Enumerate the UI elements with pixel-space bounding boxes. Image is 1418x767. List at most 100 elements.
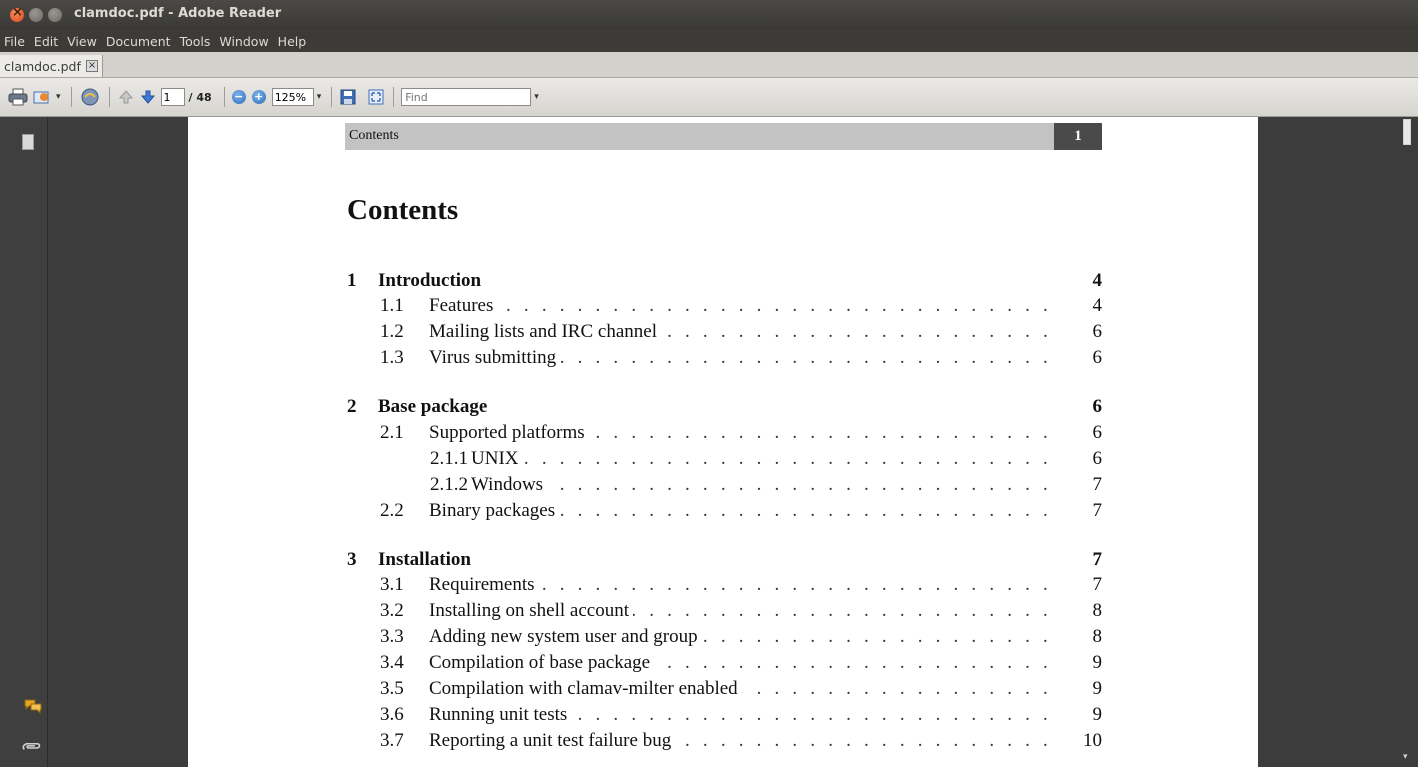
toc-section-row[interactable]: 3.6. . . . . . . . . . . . . . . . . . .… — [188, 704, 1108, 728]
vertical-scrollbar[interactable]: ▾ — [1395, 117, 1418, 767]
toolbar-divider — [393, 87, 395, 107]
next-page-icon[interactable] — [139, 86, 157, 108]
toc-section-row[interactable]: 3.3. . . . . . . . . . . . . . . . . . .… — [188, 626, 1108, 650]
toc-entry-page: 4 — [1092, 270, 1103, 291]
toc-entry-title: Installation — [378, 549, 475, 571]
toc-dot-leader: . . . . . . . . . . . . . . . . . . . . … — [429, 295, 1052, 316]
pages-icon[interactable] — [19, 131, 34, 150]
toc-entry-title: Compilation with clamav-milter enabled — [429, 678, 742, 700]
toc-entry-page: 9 — [1092, 704, 1103, 725]
scrollbar-thumb[interactable] — [1403, 119, 1411, 145]
toc-entry-page: 9 — [1092, 652, 1103, 673]
toc-entry-title: Base package — [378, 396, 492, 418]
toc-chapter-row[interactable]: 1 Introduction 4 — [188, 270, 1108, 294]
scroll-down-icon[interactable]: ▾ — [1403, 752, 1408, 762]
toc-section-row[interactable]: 3.5. . . . . . . . . . . . . . . . . . .… — [188, 678, 1108, 702]
toc-entry-title: Adding new system user and group — [429, 626, 702, 648]
toc-entry-title: Installing on shell account — [429, 600, 633, 622]
toc-section-row[interactable]: 2.1.1. . . . . . . . . . . . . . . . . .… — [188, 448, 1108, 472]
toc-entry-page: 7 — [1092, 574, 1103, 595]
toc-entry-title: Reporting a unit test failure bug — [429, 730, 676, 752]
toc-entry-page: 6 — [1092, 396, 1103, 417]
toc-chapter-row[interactable]: 2 Base package 6 — [188, 396, 1108, 420]
window-title: clamdoc.pdf - Adobe Reader — [74, 6, 282, 21]
toc-section-row[interactable]: 3.4. . . . . . . . . . . . . . . . . . .… — [188, 652, 1108, 676]
toolbar-divider — [108, 87, 110, 107]
find-input[interactable] — [401, 88, 532, 106]
toc-section-row[interactable]: 3.2. . . . . . . . . . . . . . . . . . .… — [188, 600, 1108, 624]
comments-icon[interactable] — [24, 698, 42, 718]
toc-entry-title: Running unit tests — [429, 704, 572, 726]
menu-document[interactable]: Document — [106, 34, 171, 49]
email-icon[interactable] — [32, 86, 52, 108]
fit-page-icon[interactable] — [367, 86, 385, 108]
running-header: Contents 1 — [345, 123, 1102, 150]
toolbar-divider — [223, 87, 225, 107]
toc-entry-page: 10 — [1083, 730, 1102, 751]
toc-entry-number: 2.1.1 — [430, 448, 468, 469]
toc-dot-leader: . . . . . . . . . . . . . . . . . . . . … — [471, 474, 1052, 495]
running-header-label: Contents — [349, 128, 399, 143]
window-minimize-button[interactable] — [29, 8, 43, 22]
toc-entry-title: Windows — [471, 474, 548, 496]
toc-entry-number: 3.2 — [380, 600, 404, 621]
window-close-button[interactable] — [10, 5, 24, 22]
document-viewport[interactable]: Contents 1 Contents 1 Introduction 4 1.1 . .… — [49, 117, 1395, 767]
toolbar: ▾ / 48 − + ▾ ▾ — [0, 78, 1418, 117]
menu-edit[interactable]: Edit — [34, 34, 58, 49]
page-number-input[interactable] — [160, 88, 185, 106]
toc-dot-leader: . . . . . . . . . . . . . . . . . . . . … — [471, 448, 1052, 469]
menu-window[interactable]: Window — [219, 34, 268, 49]
tab-label: clamdoc.pdf — [4, 58, 81, 74]
toc-entry-title: Binary packages — [429, 500, 560, 522]
print-icon[interactable] — [8, 86, 28, 108]
toc-entry-page: 4 — [1092, 295, 1103, 316]
toc-section-row[interactable]: 2.1. . . . . . . . . . . . . . . . . . .… — [188, 422, 1108, 446]
attachments-icon[interactable] — [17, 735, 44, 762]
toc-entry-number: 1 — [347, 270, 357, 291]
zoom-out-icon[interactable]: − — [231, 90, 246, 104]
toc-section-row[interactable]: 2.2. . . . . . . . . . . . . . . . . . .… — [188, 500, 1108, 524]
save-icon[interactable] — [339, 86, 357, 108]
tab-bar: clamdoc.pdf × — [0, 52, 1418, 78]
previous-page-icon[interactable] — [117, 86, 135, 108]
menu-help[interactable]: Help — [278, 34, 307, 49]
toc-section-row[interactable]: 1.2. . . . . . . . . . . . . . . . . . .… — [188, 321, 1108, 345]
toc-entry-page: 7 — [1092, 474, 1103, 495]
toc-section-row[interactable]: 2.1.2. . . . . . . . . . . . . . . . . .… — [188, 474, 1108, 498]
toc-chapter-row[interactable]: 3 Installation 7 — [188, 549, 1108, 573]
toc-entry-number: 1.3 — [380, 347, 404, 368]
pdf-page: Contents 1 Contents 1 Introduction 4 1.1 . .… — [188, 117, 1258, 767]
toc-entry-number: 1.1 — [380, 295, 404, 316]
menu-file[interactable]: File — [4, 34, 25, 49]
menu-view[interactable]: View — [67, 34, 97, 49]
zoom-dropdown-icon[interactable]: ▾ — [317, 92, 322, 102]
toc-entry-page: 6 — [1092, 448, 1103, 469]
toc-section-row[interactable]: 1.3. . . . . . . . . . . . . . . . . . .… — [188, 347, 1108, 371]
toc-section-row[interactable]: 1.1 . . . . . . . . . . . . . . . . . . .… — [188, 295, 1108, 319]
toc-section-row[interactable]: 3.1. . . . . . . . . . . . . . . . . . .… — [188, 574, 1108, 598]
toc-entry-title: Supported platforms — [429, 422, 589, 444]
toolbar-divider — [331, 87, 333, 107]
tab-close-icon[interactable]: × — [85, 60, 98, 72]
email-dropdown-icon[interactable]: ▾ — [56, 92, 61, 102]
toc-entry-title: Compilation of base package — [429, 652, 655, 674]
toc-entry-number: 2.1.2 — [430, 474, 468, 495]
navigation-pane — [0, 117, 48, 767]
running-header-page-number: 1 — [1054, 123, 1102, 150]
menu-tools[interactable]: Tools — [180, 34, 211, 49]
menu-bar: File Edit View Document Tools Window Hel… — [0, 30, 1418, 52]
toc-entry-page: 6 — [1092, 321, 1103, 342]
toc-entry-number: 1.2 — [380, 321, 404, 342]
collaborate-icon[interactable] — [79, 86, 101, 108]
zoom-in-icon[interactable]: + — [251, 90, 266, 104]
toc-entry-number: 3.7 — [380, 730, 404, 751]
find-dropdown-icon[interactable]: ▾ — [534, 92, 539, 102]
tab-document[interactable]: clamdoc.pdf × — [0, 55, 103, 77]
toc-entry-number: 3 — [347, 549, 357, 570]
toc-section-row[interactable]: 3.7. . . . . . . . . . . . . . . . . . .… — [188, 730, 1108, 754]
window-maximize-button[interactable] — [48, 8, 62, 22]
toc-entry-number: 3.1 — [380, 574, 404, 595]
zoom-level-input[interactable] — [271, 88, 314, 106]
toc-entry-page: 8 — [1092, 600, 1103, 621]
